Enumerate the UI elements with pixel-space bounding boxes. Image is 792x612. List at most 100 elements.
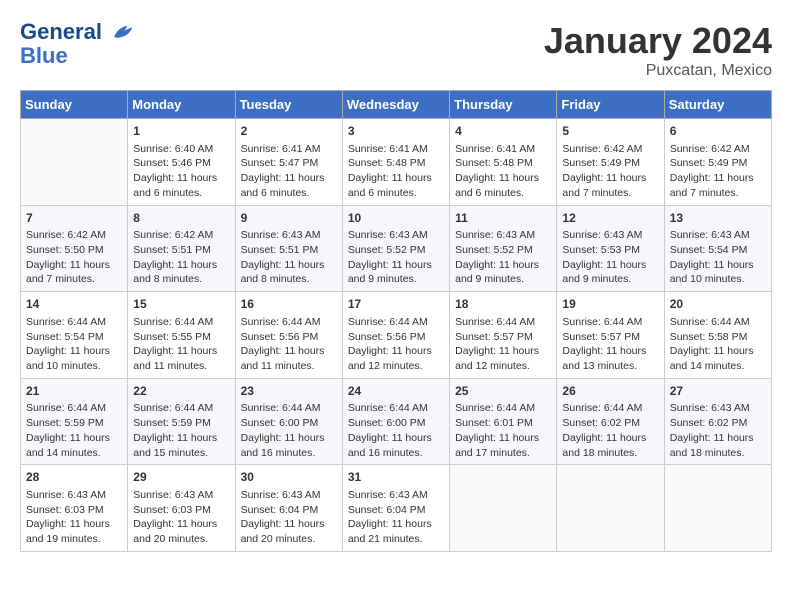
calendar-cell: 1 Sunrise: 6:40 AMSunset: 5:46 PMDaylight… — [128, 119, 235, 206]
day-info: Sunrise: 6:43 AMSunset: 6:03 PMDaylight:… — [26, 488, 122, 547]
day-info: Sunrise: 6:44 AMSunset: 5:57 PMDaylight:… — [562, 315, 658, 374]
calendar-week-row: 7Sunrise: 6:42 AMSunset: 5:50 PMDaylight… — [21, 205, 772, 292]
day-info: Sunrise: 6:40 AMSunset: 5:46 PMDaylight:… — [133, 142, 229, 201]
calendar-cell: 27Sunrise: 6:43 AMSunset: 6:02 PMDayligh… — [664, 378, 771, 465]
day-info: Sunrise: 6:44 AMSunset: 5:56 PMDaylight:… — [241, 315, 337, 374]
logo: General Blue — [20, 20, 134, 67]
calendar-cell: 8Sunrise: 6:42 AMSunset: 5:51 PMDaylight… — [128, 205, 235, 292]
day-number: 15 — [133, 296, 229, 313]
calendar-cell: 31 Sunrise: 6:43 AMSunset: 6:04 PMDayligh… — [342, 465, 449, 552]
day-number: 2 — [241, 123, 337, 140]
day-number: 30 — [241, 469, 337, 486]
day-info: Sunrise: 6:43 AMSunset: 6:02 PMDaylight:… — [670, 401, 766, 460]
day-number: 10 — [348, 210, 444, 227]
day-info: Sunrise: 6:42 AMSunset: 5:50 PMDaylight:… — [26, 228, 122, 287]
calendar-cell: 22Sunrise: 6:44 AMSunset: 5:59 PMDayligh… — [128, 378, 235, 465]
day-number: 13 — [670, 210, 766, 227]
calendar-cell: 16 Sunrise: 6:44 AMSunset: 5:56 PMDayligh… — [235, 292, 342, 379]
calendar-cell: 23Sunrise: 6:44 AMSunset: 6:00 PMDayligh… — [235, 378, 342, 465]
calendar-week-row: 1 Sunrise: 6:40 AMSunset: 5:46 PMDaylight… — [21, 119, 772, 206]
calendar-header-row: SundayMondayTuesdayWednesdayThursdayFrid… — [21, 91, 772, 119]
column-header-monday: Monday — [128, 91, 235, 119]
calendar-cell: 24Sunrise: 6:44 AMSunset: 6:00 PMDayligh… — [342, 378, 449, 465]
calendar-cell: 10Sunrise: 6:43 AMSunset: 5:52 PMDayligh… — [342, 205, 449, 292]
day-number: 28 — [26, 469, 122, 486]
calendar-cell: 26Sunrise: 6:44 AMSunset: 6:02 PMDayligh… — [557, 378, 664, 465]
logo-blue: Blue — [20, 45, 134, 67]
day-info: Sunrise: 6:44 AMSunset: 5:55 PMDaylight:… — [133, 315, 229, 374]
logo-bird-icon — [110, 21, 134, 45]
day-number: 7 — [26, 210, 122, 227]
column-header-friday: Friday — [557, 91, 664, 119]
logo-text: General — [20, 20, 134, 45]
day-info: Sunrise: 6:41 AMSunset: 5:48 PMDaylight:… — [455, 142, 551, 201]
day-info: Sunrise: 6:44 AMSunset: 5:59 PMDaylight:… — [26, 401, 122, 460]
day-number: 14 — [26, 296, 122, 313]
calendar-cell: 6 Sunrise: 6:42 AMSunset: 5:49 PMDaylight… — [664, 119, 771, 206]
calendar-cell: 28 Sunrise: 6:43 AMSunset: 6:03 PMDayligh… — [21, 465, 128, 552]
day-info: Sunrise: 6:44 AMSunset: 6:01 PMDaylight:… — [455, 401, 551, 460]
calendar-week-row: 21Sunrise: 6:44 AMSunset: 5:59 PMDayligh… — [21, 378, 772, 465]
day-number: 24 — [348, 383, 444, 400]
calendar-table: SundayMondayTuesdayWednesdayThursdayFrid… — [20, 90, 772, 552]
day-number: 27 — [670, 383, 766, 400]
day-info: Sunrise: 6:43 AMSunset: 5:53 PMDaylight:… — [562, 228, 658, 287]
calendar-cell: 2 Sunrise: 6:41 AMSunset: 5:47 PMDaylight… — [235, 119, 342, 206]
calendar-cell: 18 Sunrise: 6:44 AMSunset: 5:57 PMDayligh… — [450, 292, 557, 379]
day-info: Sunrise: 6:41 AMSunset: 5:47 PMDaylight:… — [241, 142, 337, 201]
day-number: 18 — [455, 296, 551, 313]
title-block: January 2024 Puxcatan, Mexico — [544, 20, 772, 80]
calendar-cell: 21Sunrise: 6:44 AMSunset: 5:59 PMDayligh… — [21, 378, 128, 465]
day-info: Sunrise: 6:41 AMSunset: 5:48 PMDaylight:… — [348, 142, 444, 201]
calendar-cell — [557, 465, 664, 552]
day-info: Sunrise: 6:43 AMSunset: 5:52 PMDaylight:… — [348, 228, 444, 287]
day-number: 17 — [348, 296, 444, 313]
day-info: Sunrise: 6:44 AMSunset: 5:57 PMDaylight:… — [455, 315, 551, 374]
calendar-cell: 20 Sunrise: 6:44 AMSunset: 5:58 PMDayligh… — [664, 292, 771, 379]
location: Puxcatan, Mexico — [544, 62, 772, 80]
day-info: Sunrise: 6:44 AMSunset: 5:58 PMDaylight:… — [670, 315, 766, 374]
calendar-cell: 12Sunrise: 6:43 AMSunset: 5:53 PMDayligh… — [557, 205, 664, 292]
calendar-cell: 3 Sunrise: 6:41 AMSunset: 5:48 PMDaylight… — [342, 119, 449, 206]
day-number: 9 — [241, 210, 337, 227]
day-number: 29 — [133, 469, 229, 486]
calendar-cell: 5 Sunrise: 6:42 AMSunset: 5:49 PMDaylight… — [557, 119, 664, 206]
calendar-cell: 15 Sunrise: 6:44 AMSunset: 5:55 PMDayligh… — [128, 292, 235, 379]
day-number: 1 — [133, 123, 229, 140]
day-info: Sunrise: 6:43 AMSunset: 5:52 PMDaylight:… — [455, 228, 551, 287]
day-number: 3 — [348, 123, 444, 140]
day-info: Sunrise: 6:44 AMSunset: 6:00 PMDaylight:… — [348, 401, 444, 460]
calendar-week-row: 14Sunrise: 6:44 AMSunset: 5:54 PMDayligh… — [21, 292, 772, 379]
day-info: Sunrise: 6:43 AMSunset: 6:04 PMDaylight:… — [241, 488, 337, 547]
calendar-cell: 13Sunrise: 6:43 AMSunset: 5:54 PMDayligh… — [664, 205, 771, 292]
calendar-cell: 11Sunrise: 6:43 AMSunset: 5:52 PMDayligh… — [450, 205, 557, 292]
day-info: Sunrise: 6:43 AMSunset: 6:04 PMDaylight:… — [348, 488, 444, 547]
calendar-cell: 19 Sunrise: 6:44 AMSunset: 5:57 PMDayligh… — [557, 292, 664, 379]
day-number: 31 — [348, 469, 444, 486]
day-info: Sunrise: 6:44 AMSunset: 5:59 PMDaylight:… — [133, 401, 229, 460]
day-number: 20 — [670, 296, 766, 313]
day-number: 16 — [241, 296, 337, 313]
calendar-cell: 9Sunrise: 6:43 AMSunset: 5:51 PMDaylight… — [235, 205, 342, 292]
day-info: Sunrise: 6:43 AMSunset: 5:51 PMDaylight:… — [241, 228, 337, 287]
day-number: 25 — [455, 383, 551, 400]
day-number: 11 — [455, 210, 551, 227]
day-number: 4 — [455, 123, 551, 140]
column-header-saturday: Saturday — [664, 91, 771, 119]
day-number: 19 — [562, 296, 658, 313]
column-header-wednesday: Wednesday — [342, 91, 449, 119]
day-info: Sunrise: 6:42 AMSunset: 5:49 PMDaylight:… — [670, 142, 766, 201]
calendar-cell: 17Sunrise: 6:44 AMSunset: 5:56 PMDayligh… — [342, 292, 449, 379]
calendar-cell: 25Sunrise: 6:44 AMSunset: 6:01 PMDayligh… — [450, 378, 557, 465]
calendar-cell: 7Sunrise: 6:42 AMSunset: 5:50 PMDaylight… — [21, 205, 128, 292]
calendar-cell: 29 Sunrise: 6:43 AMSunset: 6:03 PMDayligh… — [128, 465, 235, 552]
column-header-sunday: Sunday — [21, 91, 128, 119]
day-info: Sunrise: 6:43 AMSunset: 6:03 PMDaylight:… — [133, 488, 229, 547]
day-info: Sunrise: 6:42 AMSunset: 5:49 PMDaylight:… — [562, 142, 658, 201]
day-number: 5 — [562, 123, 658, 140]
day-info: Sunrise: 6:43 AMSunset: 5:54 PMDaylight:… — [670, 228, 766, 287]
day-number: 26 — [562, 383, 658, 400]
day-number: 6 — [670, 123, 766, 140]
calendar-cell — [21, 119, 128, 206]
calendar-week-row: 28 Sunrise: 6:43 AMSunset: 6:03 PMDayligh… — [21, 465, 772, 552]
